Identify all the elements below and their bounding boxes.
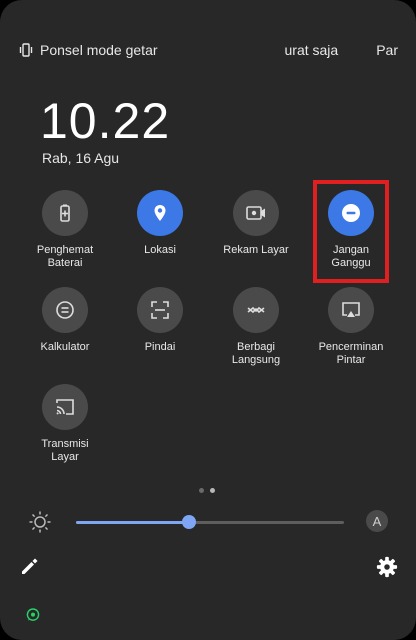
tile-label: Transmisi Layar [41,438,89,463]
tile-battery-saver[interactable]: Penghemat Baterai [17,190,113,270]
tile-circle[interactable] [42,287,88,333]
edit-icon[interactable] [18,556,40,578]
battery-saver-icon [60,204,70,222]
gear-icon[interactable] [376,556,398,578]
tile-label: Pencerminan Pintar [318,341,384,366]
tile-nearby-share[interactable]: Berbagi Langsung [208,287,304,367]
clock-date[interactable]: Rab, 16 Agu [42,150,119,166]
scan-icon [151,301,169,319]
brightness-fill [76,521,189,524]
tile-label: Penghemat Baterai [36,244,94,269]
tile-label: Berbagi Langsung [231,341,281,366]
tile-circle[interactable] [328,287,374,333]
page-dot-active [210,488,215,493]
tile-scan[interactable]: Pindai [112,287,208,354]
cast-icon [56,399,74,415]
status-bar: Ponsel mode getar urat saja Par [18,40,398,60]
brightness-thumb[interactable] [181,515,196,529]
screen-mirror-icon [342,302,360,317]
notification-snippet-2: Par [376,42,398,58]
tile-circle[interactable] [42,384,88,430]
tile-circle[interactable] [233,287,279,333]
calculator-icon [56,301,74,319]
page-dot [199,488,204,493]
brightness-slider[interactable] [76,515,344,529]
ringer-mode-text: Ponsel mode getar [40,42,158,58]
tile-circle[interactable] [42,190,88,236]
auto-brightness-button[interactable]: A [366,510,388,532]
share-icon [247,306,265,314]
tile-calculator[interactable]: Kalkulator [17,287,113,354]
location-icon [154,205,166,221]
tile-screen-cast[interactable]: Transmisi Layar [17,384,113,464]
tile-screen-record[interactable]: Rekam Layar [208,190,304,257]
tile-smart-mirroring[interactable]: Pencerminan Pintar [303,287,399,367]
tile-circle[interactable] [233,190,279,236]
whatsapp-icon [26,608,40,621]
screen-record-icon [246,206,265,220]
brightness-control: A [28,508,388,536]
tile-label: Kalkulator [40,341,90,353]
tile-circle[interactable] [137,287,183,333]
tile-label: Rekam Layar [223,244,289,256]
tile-location[interactable]: Lokasi [112,190,208,257]
brightness-icon [29,511,51,533]
quick-settings-panel: Ponsel mode getar urat saja Par 10.22 Ra… [0,0,416,640]
clock-time[interactable]: 10.22 [40,92,170,150]
tile-label: Lokasi [144,244,176,256]
highlight-box [313,180,389,283]
notification-snippet: urat saja [284,42,339,58]
tile-circle[interactable] [137,190,183,236]
tile-label: Pindai [144,341,176,353]
page-indicator [199,488,215,493]
vibrate-icon [19,43,33,57]
